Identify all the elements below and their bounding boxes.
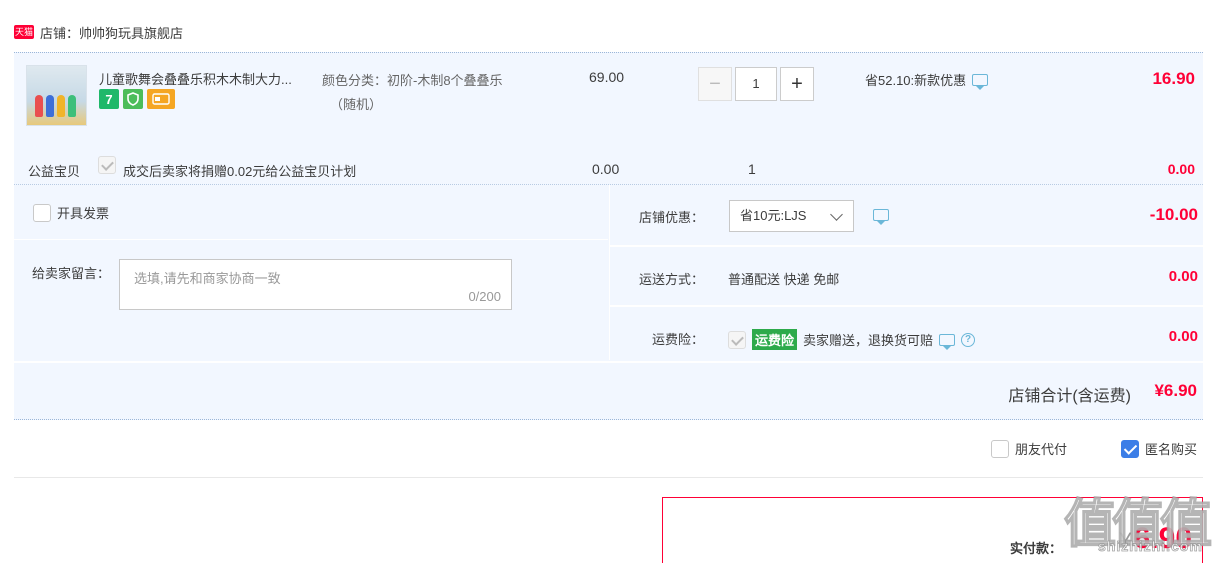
seller-message-input[interactable]: 选填,请先和商家协商一致 0/200	[119, 259, 512, 310]
quantity-increase-button[interactable]: +	[780, 67, 814, 101]
payment-amount: ¥6.90	[1119, 522, 1192, 556]
product-title-link[interactable]: 儿童歌舞会叠叠乐积木木制大力...	[99, 69, 319, 88]
shop-summary-panel: 店铺优惠： 省10元:LJS -10.00 运送方式： 普通配送 快递 免邮 0…	[609, 185, 1204, 363]
sku-info: 颜色分类：初阶-木制8个叠叠乐 （随机）	[322, 69, 562, 117]
comment-icon[interactable]	[972, 73, 989, 90]
sku-label: 颜色分类：初阶-木制8个叠叠乐	[322, 73, 503, 88]
guarantee-shield-icon[interactable]	[123, 89, 143, 109]
shop-total-label: 店铺合计(含运费)	[1008, 388, 1131, 405]
shop-discount-label: 店铺优惠：	[638, 210, 704, 225]
sku-sub: （随机）	[330, 97, 383, 112]
tmall-icon: 天猫	[14, 25, 34, 39]
shipping-method: 普通配送 快递 免邮	[728, 272, 840, 287]
charity-label: 公益宝贝	[28, 164, 81, 179]
shop-header: 天猫 店铺：帅帅狗玩具旗舰店	[14, 22, 183, 42]
invoice-option[interactable]: 开具发票	[33, 203, 109, 222]
shop-discount-amount: -10.00	[1149, 205, 1198, 224]
unit-price: 69.00	[589, 69, 625, 85]
insurance-amount: 0.00	[1168, 328, 1198, 345]
credit-card-icon[interactable]	[147, 89, 175, 109]
charity-checkbox	[98, 156, 116, 174]
thumb-figure	[46, 95, 54, 117]
friend-pay-option[interactable]: 朋友代付	[991, 439, 1067, 458]
charity-price: 0.00	[592, 161, 620, 177]
anonymous-purchase-option[interactable]: 匿名购买	[1121, 439, 1197, 458]
comment-icon[interactable]	[873, 209, 889, 225]
payment-amount-value: 6.90	[1133, 522, 1192, 555]
shop-discount-selected: 省10元:LJS	[740, 208, 807, 223]
charity-text: 成交后卖家将捐赠0.02元给公益宝贝计划	[123, 164, 357, 179]
invoice-checkbox[interactable]	[33, 203, 51, 222]
shipping-label: 运送方式：	[638, 272, 704, 287]
payment-options-row: 朋友代付 匿名购买	[14, 432, 1203, 478]
message-placeholder: 选填,请先和商家协商一致	[134, 271, 281, 286]
quantity-stepper: − 1 +	[698, 67, 814, 101]
shipping-amount: 0.00	[1168, 268, 1198, 285]
payment-summary-box: 实付款： ¥6.90	[662, 497, 1203, 563]
seven-day-return-icon[interactable]: 7	[99, 89, 119, 109]
promo-text: 省52.10:新款优惠	[865, 73, 967, 88]
thumb-figure	[35, 95, 43, 117]
quantity-input[interactable]: 1	[735, 67, 777, 101]
payment-label: 实付款：	[1009, 541, 1062, 556]
comment-icon[interactable]	[939, 333, 956, 350]
shop-discount-row: 店铺优惠： 省10元:LJS -10.00	[610, 185, 1204, 243]
buyer-options-panel: 开具发票 给卖家留言： 选填,请先和商家协商一致 0/200	[14, 185, 608, 360]
help-icon[interactable]: ?	[961, 332, 976, 347]
product-thumbnail[interactable]	[26, 65, 87, 126]
charity-quantity: 1	[748, 161, 756, 177]
item-subtotal: 16.90	[1152, 69, 1195, 88]
chevron-down-icon	[830, 208, 843, 221]
shop-name-link[interactable]: 店铺：帅帅狗玩具旗舰店	[40, 23, 183, 42]
thumb-figure	[68, 95, 76, 117]
message-label: 给卖家留言：	[32, 266, 111, 281]
shop-total-row: 店铺合计(含运费) ¥6.90	[14, 361, 1203, 421]
shipping-row: 运送方式： 普通配送 快递 免邮 0.00	[610, 245, 1204, 303]
shop-total-amount: ¥6.90	[1154, 381, 1197, 400]
service-badges: 7	[99, 89, 175, 109]
anonymous-label: 匿名购买	[1145, 442, 1198, 457]
insurance-badge: 运费险	[752, 329, 798, 350]
divider	[14, 239, 608, 240]
thumb-figure	[57, 95, 65, 117]
charity-subtotal: 0.00	[1167, 161, 1195, 177]
shop-discount-select[interactable]: 省10元:LJS	[729, 200, 854, 232]
anonymous-checkbox[interactable]	[1121, 439, 1139, 458]
insurance-label: 运费险：	[651, 332, 704, 347]
insurance-row: 运费险： 运费险 卖家赠送，退换货可赔 ? 0.00	[610, 305, 1204, 363]
insurance-info: 运费险 卖家赠送，退换货可赔 ?	[728, 329, 976, 350]
insurance-text: 卖家赠送，退换货可赔	[803, 333, 934, 348]
message-char-count: 0/200	[468, 289, 501, 304]
order-box: 儿童歌舞会叠叠乐积木木制大力... 7 颜色分类：初阶-木制8个叠叠乐 （随机）…	[14, 52, 1204, 421]
friend-pay-label: 朋友代付	[1015, 442, 1068, 457]
charity-row: 公益宝贝 成交后卖家将捐赠0.02元给公益宝贝计划 0.00 1 0.00	[14, 153, 1203, 183]
invoice-label: 开具发票	[57, 206, 110, 221]
item-promotion: 省52.10:新款优惠	[865, 70, 989, 90]
insurance-checkbox	[728, 330, 746, 349]
friend-pay-checkbox[interactable]	[991, 439, 1009, 458]
quantity-decrease-button[interactable]: −	[698, 67, 732, 101]
currency-symbol: ¥	[1119, 528, 1132, 553]
